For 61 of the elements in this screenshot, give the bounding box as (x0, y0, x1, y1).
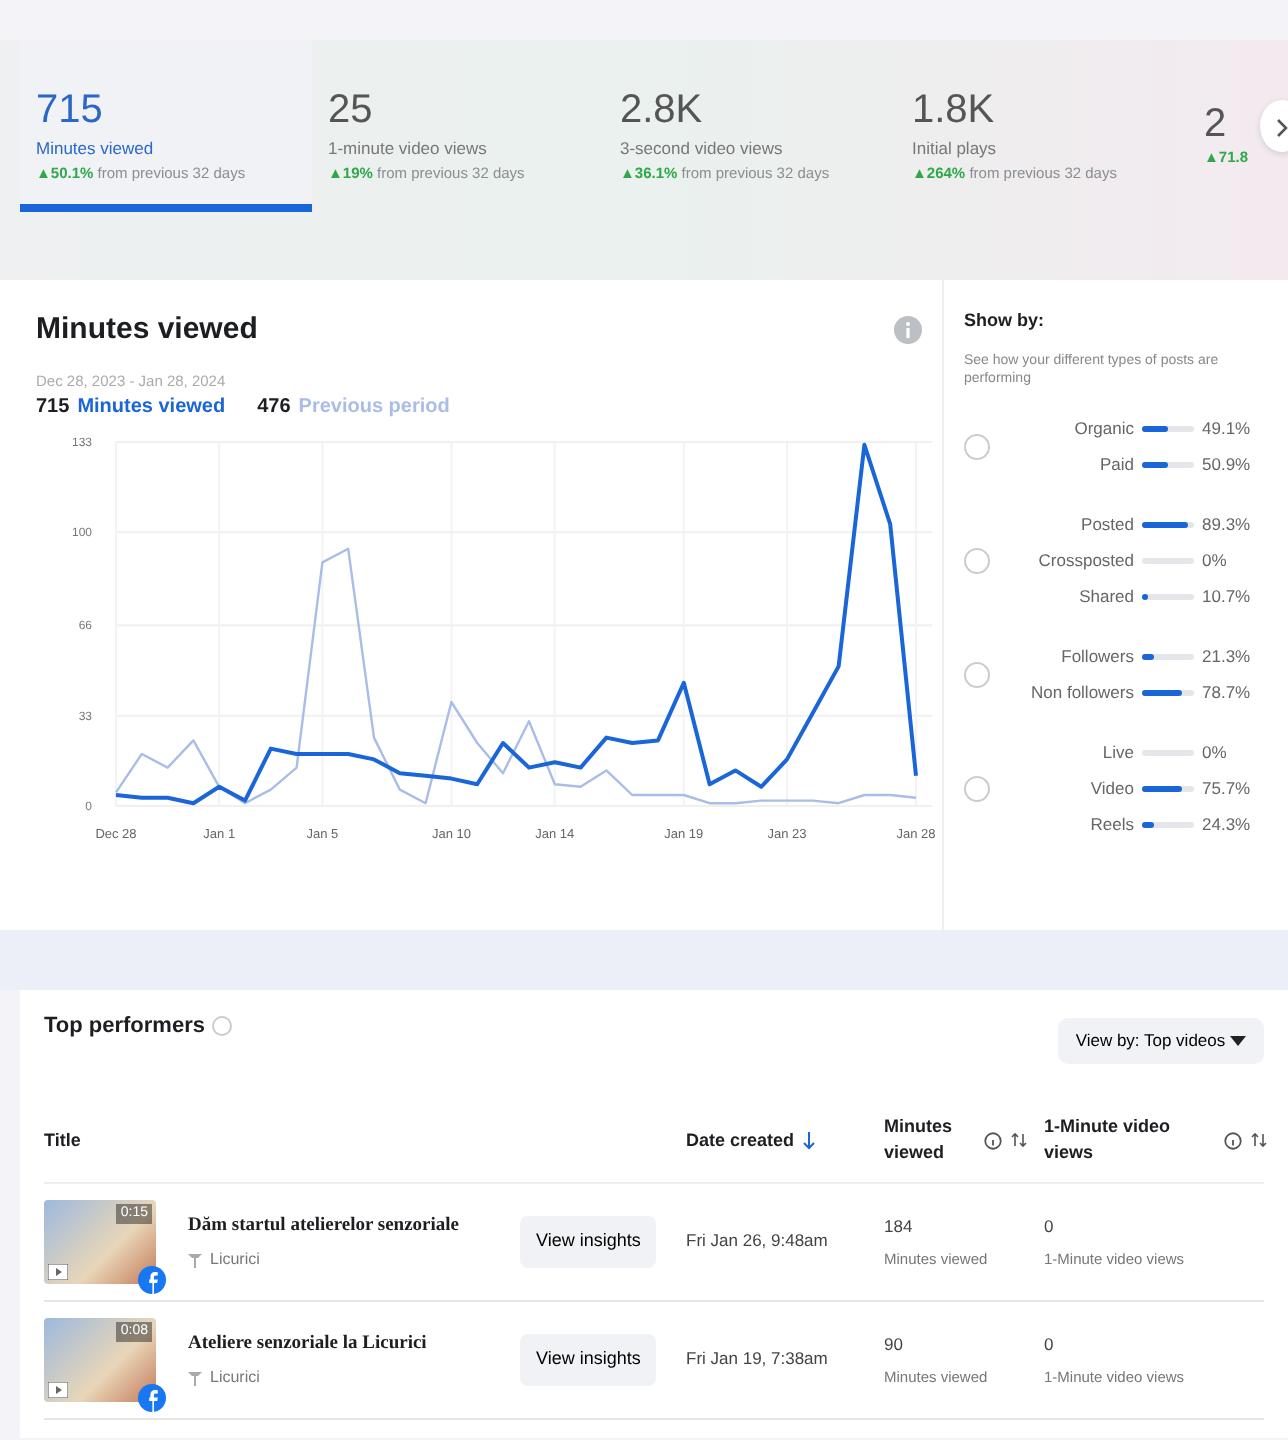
video-title: Dăm startul atelierelor senzoriale (188, 1213, 460, 1240)
radio-button[interactable] (964, 434, 990, 461)
breakdown-value: 75.7% (1202, 776, 1251, 803)
radio-button[interactable] (964, 662, 990, 689)
breakdown-value: 50.9% (1202, 452, 1251, 479)
views-value: 0 (1044, 1331, 1056, 1357)
minutes-value: 90 (884, 1331, 905, 1357)
breakdown-label: Shared (1077, 584, 1134, 611)
view-insights-button[interactable]: View insights (520, 1216, 657, 1267)
sort-down-icon[interactable] (802, 1131, 817, 1150)
breakdown-label: Paid (1097, 452, 1134, 479)
section-title: Top performers (44, 1012, 205, 1042)
breakdown-value: 21.3% (1202, 644, 1251, 671)
pin-icon (188, 1251, 202, 1268)
breakdown-label: Crossposted (1036, 548, 1134, 575)
page-name: Licurici (210, 1365, 260, 1390)
sort-icon[interactable] (1250, 1131, 1268, 1148)
date-created: Fri Jan 19, 7:38am (686, 1346, 830, 1373)
play-icon (48, 1263, 68, 1280)
social-badge-icon (138, 1383, 166, 1412)
caret-icon (1230, 1036, 1246, 1047)
page-name: Licurici (210, 1247, 260, 1272)
play-icon (48, 1381, 68, 1398)
legend-value: 715 (36, 393, 70, 422)
breakdown-label: Non followers (1029, 680, 1134, 707)
column-header: Minutes viewed (884, 1113, 955, 1167)
chart-title: Minutes viewed (36, 310, 258, 350)
breakdown-label: Live (1100, 740, 1134, 767)
breakdown-value: 78.7% (1202, 680, 1251, 707)
view-insights-button[interactable]: View insights (520, 1334, 657, 1385)
breakdown-label: Organic (1072, 416, 1134, 443)
panel-title: Show by: (964, 308, 1046, 334)
breakdown-label: Video (1088, 776, 1134, 803)
column-header: Title (44, 1127, 83, 1153)
legend-label: Previous period (298, 393, 450, 422)
date-created: Fri Jan 26, 9:48am (686, 1228, 830, 1255)
legend-label: Minutes viewed (77, 393, 226, 422)
breakdown-value: 89.3% (1202, 512, 1251, 539)
info-icon[interactable] (1224, 1131, 1242, 1150)
column-header: Date created (686, 1127, 795, 1153)
pin-icon (188, 1369, 202, 1386)
breakdown-value: 24.3% (1202, 812, 1251, 839)
views-value: 0 (1044, 1213, 1056, 1239)
info-icon[interactable] (984, 1131, 1002, 1150)
sort-icon[interactable] (1010, 1131, 1028, 1148)
view-by-dropdown[interactable]: View by: Top videos (1057, 1018, 1264, 1064)
legend-value: 476 (257, 393, 291, 422)
social-badge-icon (138, 1265, 166, 1294)
column-header: 1-Minute video views (1044, 1113, 1173, 1167)
breakdown-label: Followers (1059, 644, 1134, 671)
breakdown-value: 0% (1202, 548, 1227, 575)
breakdown-value: 0% (1202, 740, 1227, 767)
breakdown-label: Posted (1079, 512, 1134, 539)
radio-button[interactable] (964, 776, 990, 803)
radio-button[interactable] (964, 548, 990, 575)
chevron-right-icon (1274, 117, 1288, 138)
breakdown-label: Reels (1088, 812, 1134, 839)
minutes-value: 184 (884, 1213, 915, 1239)
breakdown-value: 49.1% (1202, 416, 1251, 443)
breakdown-value: 10.7% (1202, 584, 1251, 611)
video-title: Ateliere senzoriale la Licurici (188, 1331, 427, 1358)
